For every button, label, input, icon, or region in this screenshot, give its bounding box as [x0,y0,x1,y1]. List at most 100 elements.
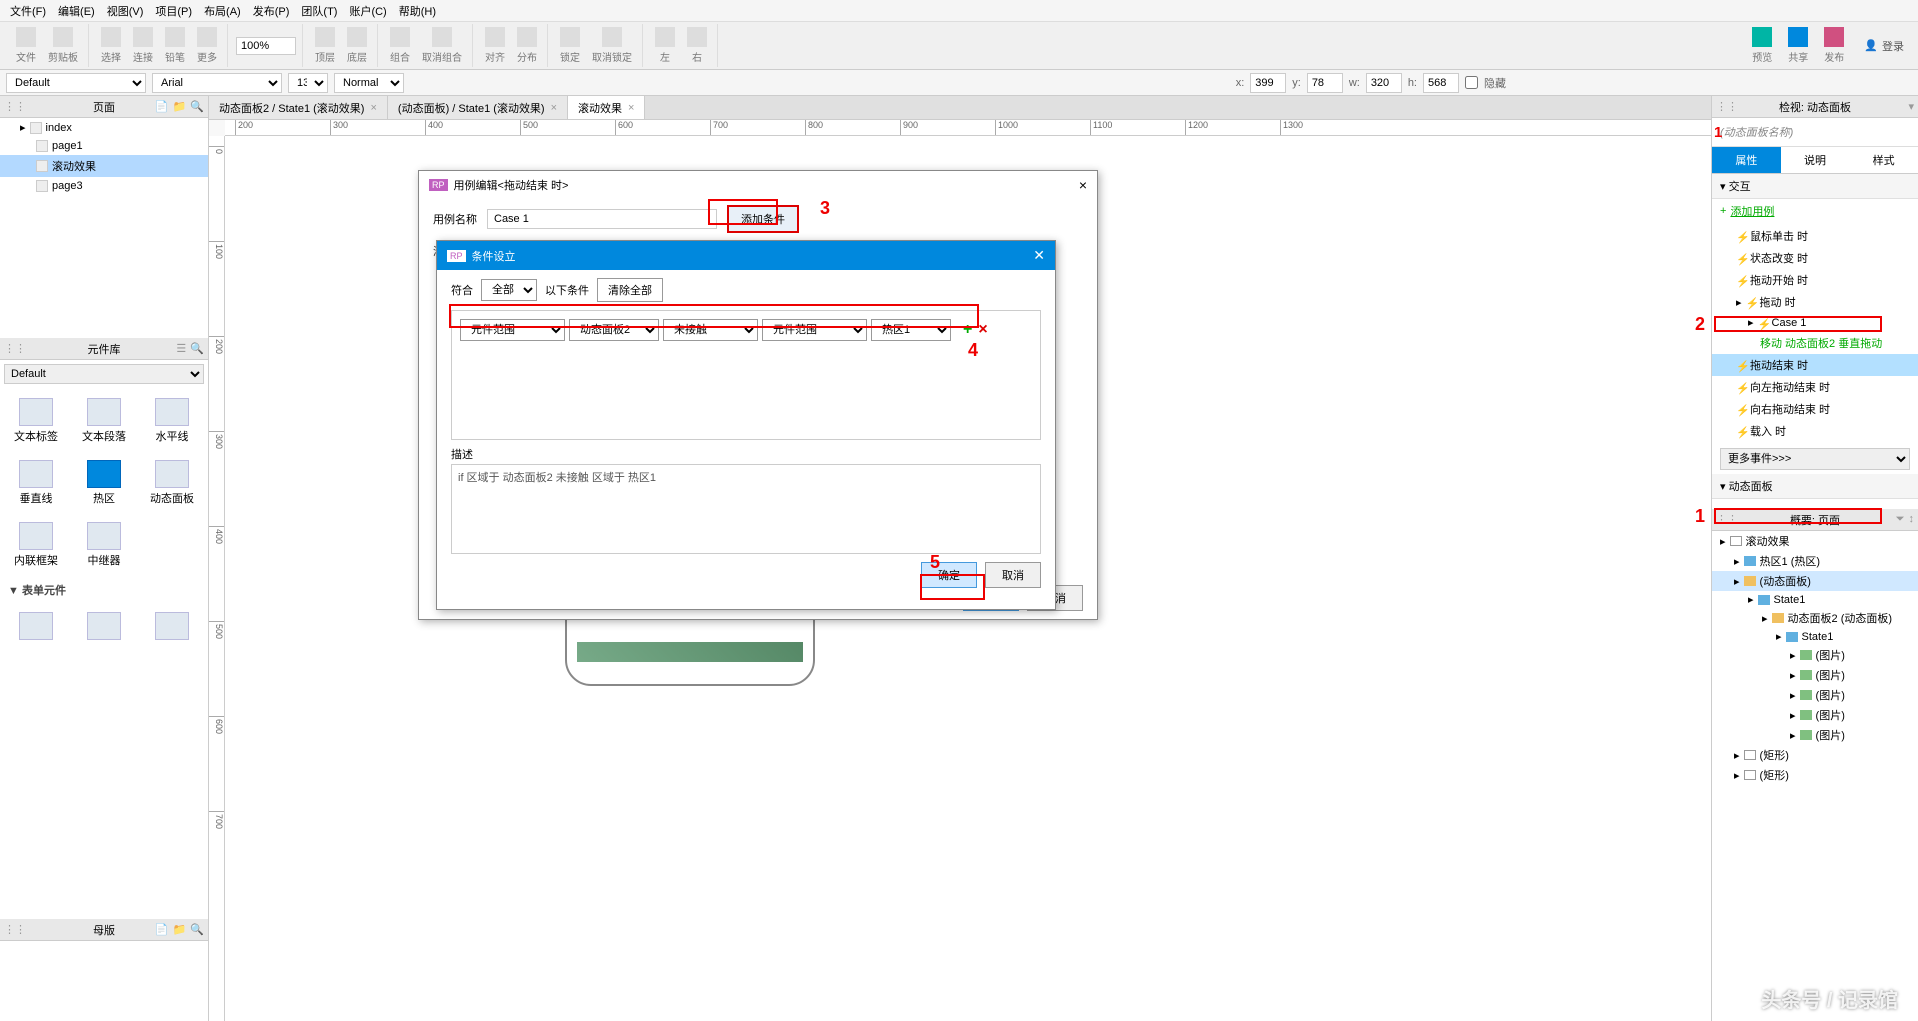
event-drag[interactable]: ▸⚡拖动 时 [1712,291,1918,313]
tab-scroll-effect[interactable]: 滚动效果× [568,96,645,119]
tab-close-icon[interactable]: × [551,102,557,114]
cond-operator-select[interactable]: 未接触 [663,319,758,341]
ungroup-button[interactable]: 取消组合 [418,25,466,66]
cond-ok-button[interactable]: 确定 [921,562,977,588]
outline-item[interactable]: ▸(图片) [1712,665,1918,685]
widget-hotspot[interactable]: 热区 [72,454,136,512]
widget-iframe[interactable]: 内联框架 [4,516,68,574]
cond-dialog-close[interactable]: ✕ [1033,247,1045,264]
w-input[interactable] [1366,73,1402,93]
widget-form1[interactable] [4,606,68,648]
share-button[interactable]: 共享 [1784,25,1812,66]
outline-item[interactable]: ▸热区1 (热区) [1712,551,1918,571]
canvas-image[interactable] [577,642,803,662]
widget-vline[interactable]: 垂直线 [4,454,68,512]
event-action-move[interactable]: 移动 动态面板2 垂直拖动 [1712,332,1918,354]
widget-hline[interactable]: 水平线 [140,392,204,450]
dp-section[interactable]: ▾ 动态面板 [1712,474,1918,499]
case-dialog-close[interactable]: × [1079,177,1087,193]
x-input[interactable] [1250,73,1286,93]
widget-label[interactable]: 文本标签 [4,392,68,450]
outline-item[interactable]: ▸滚动效果 [1712,531,1918,551]
font-select[interactable]: Arial [152,73,282,93]
widget-library-select[interactable]: Default [4,364,204,384]
clear-all-button[interactable]: 清除全部 [597,278,663,302]
form-widgets-header[interactable]: ▼ 表单元件 [0,578,208,602]
hide-checkbox[interactable] [1465,76,1478,89]
event-drag-start[interactable]: ⚡拖动开始 时 [1712,269,1918,291]
outline-item[interactable]: ▸(图片) [1712,685,1918,705]
cond-type-select[interactable]: 元件范围 [460,319,565,341]
connect-button[interactable]: 连接 [129,25,157,66]
group-button[interactable]: 组合 [386,25,414,66]
widget-form3[interactable] [140,606,204,648]
preview-button[interactable]: 预览 [1748,25,1776,66]
menu-help[interactable]: 帮助(H) [393,3,442,19]
add-master-icon[interactable]: 📄 [155,923,169,936]
file-button[interactable]: 文件 [12,25,40,66]
event-drag-right-end[interactable]: ⚡向右拖动结束 时 [1712,398,1918,420]
outline-item[interactable]: ▸(矩形) [1712,745,1918,765]
outline-filter-icon[interactable]: ⏷ [1896,513,1905,526]
cond-cancel-button[interactable]: 取消 [985,562,1041,588]
menu-edit[interactable]: 编辑(E) [52,3,101,19]
h-input[interactable] [1423,73,1459,93]
tab-dp-state1[interactable]: (动态面板) / State1 (滚动效果)× [388,96,568,119]
page-page1[interactable]: page1 [0,137,208,155]
tab-style[interactable]: 样式 [1849,147,1918,173]
y-input[interactable] [1307,73,1343,93]
distribute-button[interactable]: 分布 [513,25,541,66]
widget-paragraph[interactable]: 文本段落 [72,392,136,450]
menu-file[interactable]: 文件(F) [4,3,52,19]
add-case-link[interactable]: +添加用例 [1712,199,1918,223]
event-case1[interactable]: ▸⚡Case 1 [1712,313,1918,332]
outline-sort-icon[interactable]: ↕ [1909,513,1915,526]
search-icon[interactable]: 🔍 [190,100,204,113]
menu-account[interactable]: 账户(C) [343,3,392,19]
tab-close-icon[interactable]: × [628,102,634,114]
menu-project[interactable]: 项目(P) [149,3,198,19]
unlock-button[interactable]: 取消锁定 [588,25,636,66]
outline-item[interactable]: ▸(矩形) [1712,765,1918,785]
left-button[interactable]: 左 [651,25,679,66]
widgets-search-icon[interactable]: 🔍 [190,342,204,355]
cond-widget-select[interactable]: 动态面板2 [569,319,659,341]
menu-team[interactable]: 团队(T) [295,3,343,19]
select-button[interactable]: 选择 [97,25,125,66]
align-button[interactable]: 对齐 [481,25,509,66]
widget-form2[interactable] [72,606,136,648]
add-condition-button[interactable]: 添加条件 [727,205,799,233]
fontweight-select[interactable]: Normal [334,73,404,93]
event-click[interactable]: ⚡鼠标单击 时 [1712,225,1918,247]
page-page3[interactable]: page3 [0,177,208,195]
tab-dp2-state1[interactable]: 动态面板2 / State1 (滚动效果)× [209,96,388,119]
add-folder-icon[interactable]: 📁 [173,100,187,113]
more-button[interactable]: 更多 [193,25,221,66]
more-events-select[interactable]: 更多事件>>> [1720,448,1910,470]
outline-item[interactable]: ▸State1 [1712,628,1918,645]
event-drag-end[interactable]: ⚡拖动结束 时 [1712,354,1918,376]
remove-condition-icon[interactable]: × [978,321,987,339]
outline-item[interactable]: ▸(图片) [1712,705,1918,725]
inspector-menu-icon[interactable]: ▾ [1908,100,1914,113]
lock-button[interactable]: 锁定 [556,25,584,66]
page-scroll-effect[interactable]: 滚动效果 [0,155,208,177]
master-folder-icon[interactable]: 📁 [173,923,187,936]
menu-view[interactable]: 视图(V) [101,3,150,19]
style-select[interactable]: Default [6,73,146,93]
pen-button[interactable]: 铅笔 [161,25,189,66]
interaction-section[interactable]: ▾ 交互 [1712,174,1918,199]
fontsize-select[interactable]: 13 [288,73,328,93]
tab-close-icon[interactable]: × [370,102,376,114]
widget-name-input[interactable]: (动态面板名称) [1712,118,1918,147]
widget-repeater[interactable]: 中继器 [72,516,136,574]
cond-value-type-select[interactable]: 元件范围 [762,319,867,341]
tab-properties[interactable]: 属性 [1712,147,1781,173]
event-drag-left-end[interactable]: ⚡向左拖动结束 时 [1712,376,1918,398]
zoom-select[interactable] [236,37,296,55]
tab-notes[interactable]: 说明 [1781,147,1850,173]
master-search-icon[interactable]: 🔍 [190,923,204,936]
widget-dynamic-panel[interactable]: 动态面板 [140,454,204,512]
match-select[interactable]: 全部 [481,279,537,301]
outline-item[interactable]: ▸动态面板2 (动态面板) [1712,608,1918,628]
